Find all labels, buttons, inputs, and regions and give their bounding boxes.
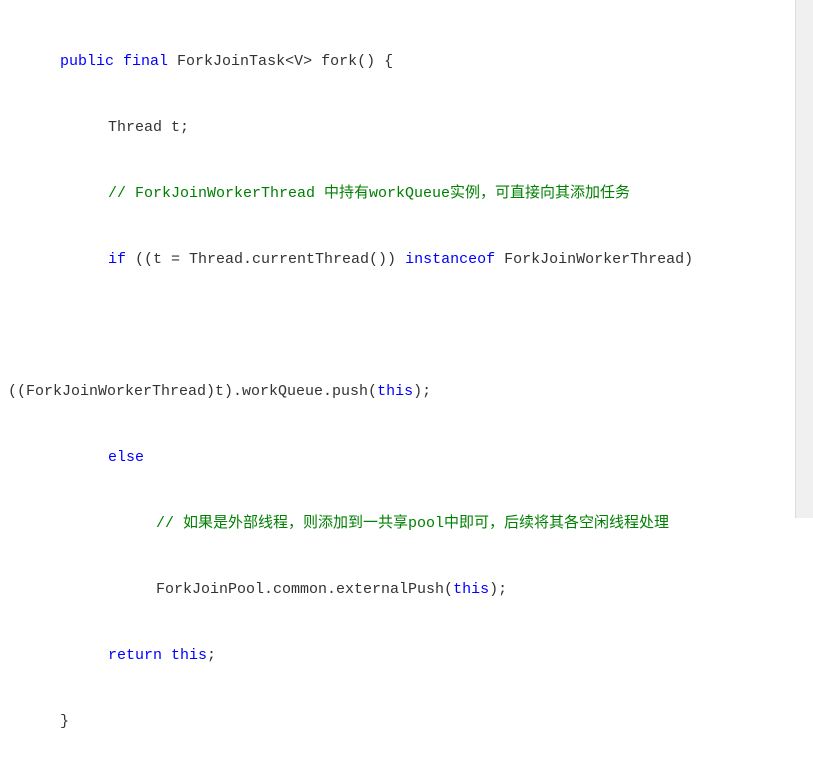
- keyword-this: this: [377, 383, 413, 400]
- keyword-this: this: [162, 647, 207, 664]
- scrollbar-track[interactable]: [795, 0, 813, 518]
- blank-line: [8, 309, 788, 342]
- statement-end: );: [413, 383, 431, 400]
- method-signature: ForkJoinTask<V> fork() {: [168, 53, 393, 70]
- keyword-return: return: [108, 647, 162, 664]
- code-line: else: [8, 441, 788, 474]
- code-line: // 如果是外部线程，则添加到一共享pool中即可，后续将其各空闲线程处理: [8, 507, 788, 540]
- code-line: ((ForkJoinWorkerThread)t).workQueue.push…: [8, 375, 788, 408]
- condition-wrap: ForkJoinWorkerThread): [504, 251, 693, 268]
- statement: ForkJoinPool.common.externalPush(: [156, 581, 453, 598]
- keyword-this: this: [453, 581, 489, 598]
- code-line: ForkJoinPool.common.externalPush(this);: [8, 573, 788, 606]
- keyword-public: public: [60, 53, 114, 70]
- code-block: public final ForkJoinTask<V> fork() { Th…: [8, 12, 788, 771]
- code-line: // ForkJoinWorkerThread 中持有workQueue实例，可…: [8, 177, 788, 210]
- statement-end: ;: [207, 647, 216, 664]
- condition-part: ((t = Thread.currentThread()): [126, 251, 405, 268]
- comment: // ForkJoinWorkerThread 中持有workQueue实例，可…: [108, 185, 630, 202]
- statement: Thread t;: [108, 119, 189, 136]
- code-line: public final ForkJoinTask<V> fork() {: [8, 45, 788, 78]
- statement: ((ForkJoinWorkerThread)t).workQueue.push…: [8, 383, 377, 400]
- code-line: if ((t = Thread.currentThread()) instanc…: [8, 243, 788, 276]
- closing-brace: }: [60, 713, 69, 730]
- code-line: return this;: [8, 639, 788, 672]
- code-line: }: [8, 705, 788, 738]
- keyword-else: else: [108, 449, 144, 466]
- keyword-final: final: [123, 53, 168, 70]
- code-line: Thread t;: [8, 111, 788, 144]
- statement-end: );: [489, 581, 507, 598]
- keyword-if: if: [108, 251, 126, 268]
- keyword-instanceof: instanceof: [405, 251, 495, 268]
